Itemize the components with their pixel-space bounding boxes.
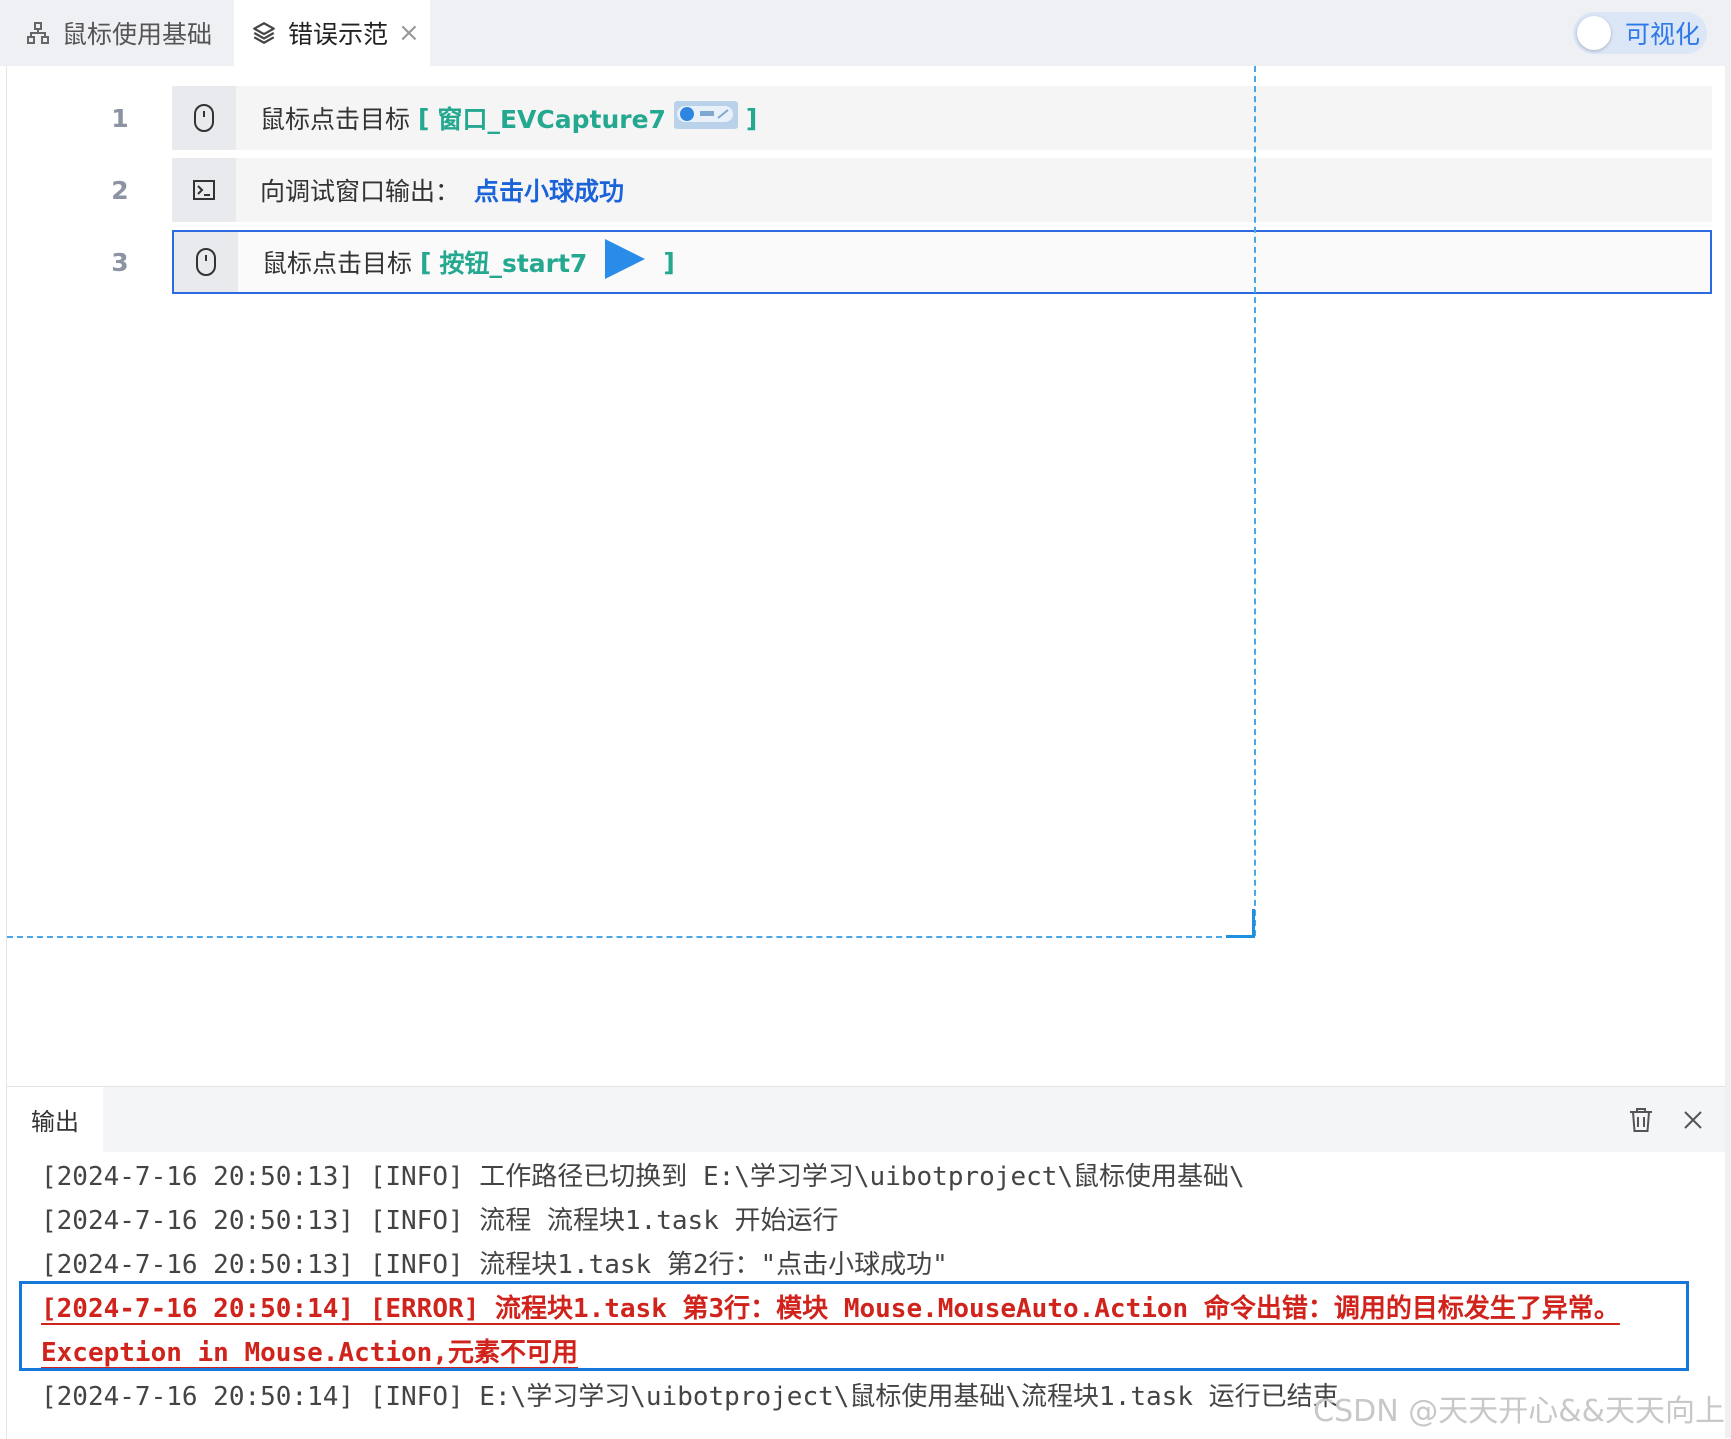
tab-mouse-basics[interactable]: 鼠标使用基础 (24, 0, 212, 66)
tab-label: 错误示范 (288, 20, 389, 49)
command-text: 鼠标点击目标 (262, 249, 413, 278)
target-thumbnail (673, 100, 738, 136)
bracket-open: [ (418, 103, 430, 133)
visualize-toggle[interactable]: 可视化 (1573, 12, 1707, 54)
flowchart-icon (24, 19, 52, 47)
command-block-selected[interactable]: 鼠标点击目标 [ 按钮_start7 ] (172, 230, 1712, 294)
error-highlight-box (19, 1281, 1689, 1371)
line-number: 1 (111, 103, 129, 133)
code-line: 3 鼠标点击目标 [ 按钮_start7 ] (7, 230, 1722, 294)
terminal-icon (172, 158, 236, 222)
tab-bar: 鼠标使用基础 错误示范 × 可视化 (0, 0, 1731, 66)
bracket-open: [ (420, 247, 432, 277)
scrollbar-track[interactable] (1725, 66, 1731, 1438)
bracket-close: ] (663, 247, 675, 277)
watermark: CSDN @天天开心&&天天向上 (1313, 1394, 1725, 1429)
layers-icon (250, 19, 278, 47)
tab-output[interactable]: 输出 (7, 1087, 103, 1152)
output-value[interactable]: 点击小球成功 (474, 172, 624, 208)
code-line: 2 向调试窗口输出： 点击小球成功 (7, 158, 1722, 222)
trash-icon[interactable] (1628, 1106, 1654, 1134)
resize-handle[interactable] (1226, 909, 1255, 938)
selection-guide-horizontal (7, 936, 1252, 938)
code-editor: 1 鼠标点击目标 [ 窗口_EVCapture7 ] 2 向调试窗口输出： 点击… (6, 66, 1726, 1086)
tab-label: 鼠标使用基础 (62, 20, 213, 49)
line-number: 3 (111, 247, 129, 277)
close-icon[interactable]: × (398, 18, 420, 48)
target-name[interactable]: 窗口_EVCapture7 (437, 100, 665, 136)
log-line: [2024-7-16 20:50:13] [INFO] 工作路径已切换到 E:\… (41, 1162, 1245, 1192)
output-header: 输出 (7, 1087, 1726, 1152)
selection-guide-vertical (1254, 66, 1256, 936)
line-number: 2 (111, 175, 129, 205)
log-line: [2024-7-16 20:50:13] [INFO] 流程 流程块1.task… (41, 1206, 839, 1236)
command-text: 鼠标点击目标 (260, 105, 411, 134)
code-line: 1 鼠标点击目标 [ 窗口_EVCapture7 ] (7, 86, 1722, 150)
close-icon[interactable] (1682, 1109, 1704, 1131)
command-block[interactable]: 鼠标点击目标 [ 窗口_EVCapture7 ] (172, 86, 1712, 150)
command-block[interactable]: 向调试窗口输出： 点击小球成功 (172, 158, 1712, 222)
mouse-icon (174, 232, 238, 292)
target-name[interactable]: 按钮_start7 (439, 244, 587, 280)
bracket-close: ] (745, 103, 758, 133)
toggle-knob (1577, 16, 1611, 50)
toggle-label: 可视化 (1625, 20, 1701, 49)
command-text: 向调试窗口输出： (260, 177, 461, 206)
tab-error-demo[interactable]: 错误示范 × (234, 0, 430, 66)
mouse-icon (172, 86, 236, 150)
play-icon (601, 237, 649, 287)
